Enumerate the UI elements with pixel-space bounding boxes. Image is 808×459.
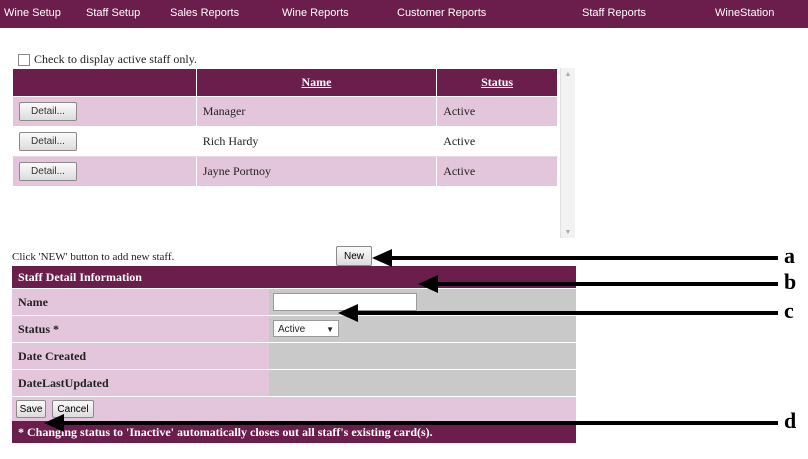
callout-d-label: d [784, 408, 797, 433]
save-button[interactable]: Save [16, 400, 46, 418]
callout-d-line [62, 421, 778, 425]
header-name[interactable]: Name [195, 68, 438, 97]
header-blank [12, 68, 197, 97]
nav-sales-reports[interactable]: Sales Reports [170, 7, 239, 19]
nav-staff-reports[interactable]: Staff Reports [582, 7, 646, 19]
staff-status: Active [436, 126, 558, 157]
new-button[interactable]: New [336, 246, 372, 266]
detail-cell: Detail... [12, 96, 197, 127]
callout-a-arrowhead [372, 249, 392, 267]
status-label: Status * [12, 316, 269, 342]
status-row: Status * Active ▼ [12, 315, 576, 342]
detail-cell: Detail... [12, 126, 197, 157]
chevron-down-icon: ▼ [326, 325, 334, 334]
callout-c-line [356, 311, 778, 315]
staff-name: Jayne Portnoy [195, 156, 438, 187]
detail-button[interactable]: Detail... [19, 162, 77, 181]
staff-name: Rich Hardy [195, 126, 438, 157]
header-status[interactable]: Status [436, 68, 558, 97]
add-staff-hint: Click 'NEW' button to add new staff. [12, 251, 175, 263]
top-nav: Wine Setup Staff Setup Sales Reports Win… [0, 0, 808, 28]
scroll-up-icon[interactable]: ▲ [561, 70, 575, 78]
date-created-row: Date Created [12, 342, 576, 369]
date-updated-value [269, 370, 576, 396]
nav-staff-setup[interactable]: Staff Setup [86, 7, 140, 19]
date-updated-label: DateLastUpdated [12, 370, 269, 396]
callout-b-label: b [784, 269, 797, 294]
table-row: Detail... Jayne Portnoy Active [12, 156, 558, 187]
date-updated-row: DateLastUpdated [12, 369, 576, 396]
detail-cell: Detail... [12, 156, 197, 187]
detail-button[interactable]: Detail... [19, 132, 77, 151]
callout-d-arrowhead [44, 414, 64, 432]
active-staff-checkbox-label: Check to display active staff only. [34, 52, 197, 66]
status-value-cell: Active ▼ [269, 316, 576, 342]
callout-c-arrowhead [338, 304, 358, 322]
staff-table-header: Name Status [12, 68, 558, 97]
active-staff-checkbox[interactable] [18, 53, 30, 66]
staff-status: Active [436, 156, 558, 187]
nav-customer-reports[interactable]: Customer Reports [397, 7, 486, 19]
status-select-value: Active [278, 324, 306, 335]
active-staff-filter: Check to display active staff only. [18, 52, 197, 67]
callout-b-line [436, 282, 778, 286]
callout-b-arrowhead [418, 275, 438, 293]
callout-c-label: c [784, 298, 794, 323]
detail-button[interactable]: Detail... [19, 102, 77, 121]
status-select[interactable]: Active ▼ [273, 320, 339, 337]
nav-wine-reports[interactable]: Wine Reports [282, 7, 349, 19]
callout-a-line [390, 256, 778, 260]
name-label: Name [12, 289, 269, 315]
callout-a-label: a [784, 243, 795, 268]
nav-winestation[interactable]: WineStation [715, 7, 774, 19]
staff-table: Name Status Detail... Manager Active Det… [12, 68, 558, 187]
nav-wine-setup[interactable]: Wine Setup [4, 7, 61, 19]
staff-name: Manager [195, 96, 438, 127]
date-created-value [269, 343, 576, 369]
staff-list-scrollbar[interactable]: ▲ ▼ [560, 68, 575, 238]
staff-detail-panel: Staff Detail Information Name Status * A… [12, 266, 576, 443]
date-created-label: Date Created [12, 343, 269, 369]
table-row: Detail... Rich Hardy Active [12, 126, 558, 157]
detail-actions: Save Cancel [12, 396, 576, 421]
staff-status: Active [436, 96, 558, 127]
table-row: Detail... Manager Active [12, 96, 558, 127]
scroll-down-icon[interactable]: ▼ [561, 228, 575, 236]
